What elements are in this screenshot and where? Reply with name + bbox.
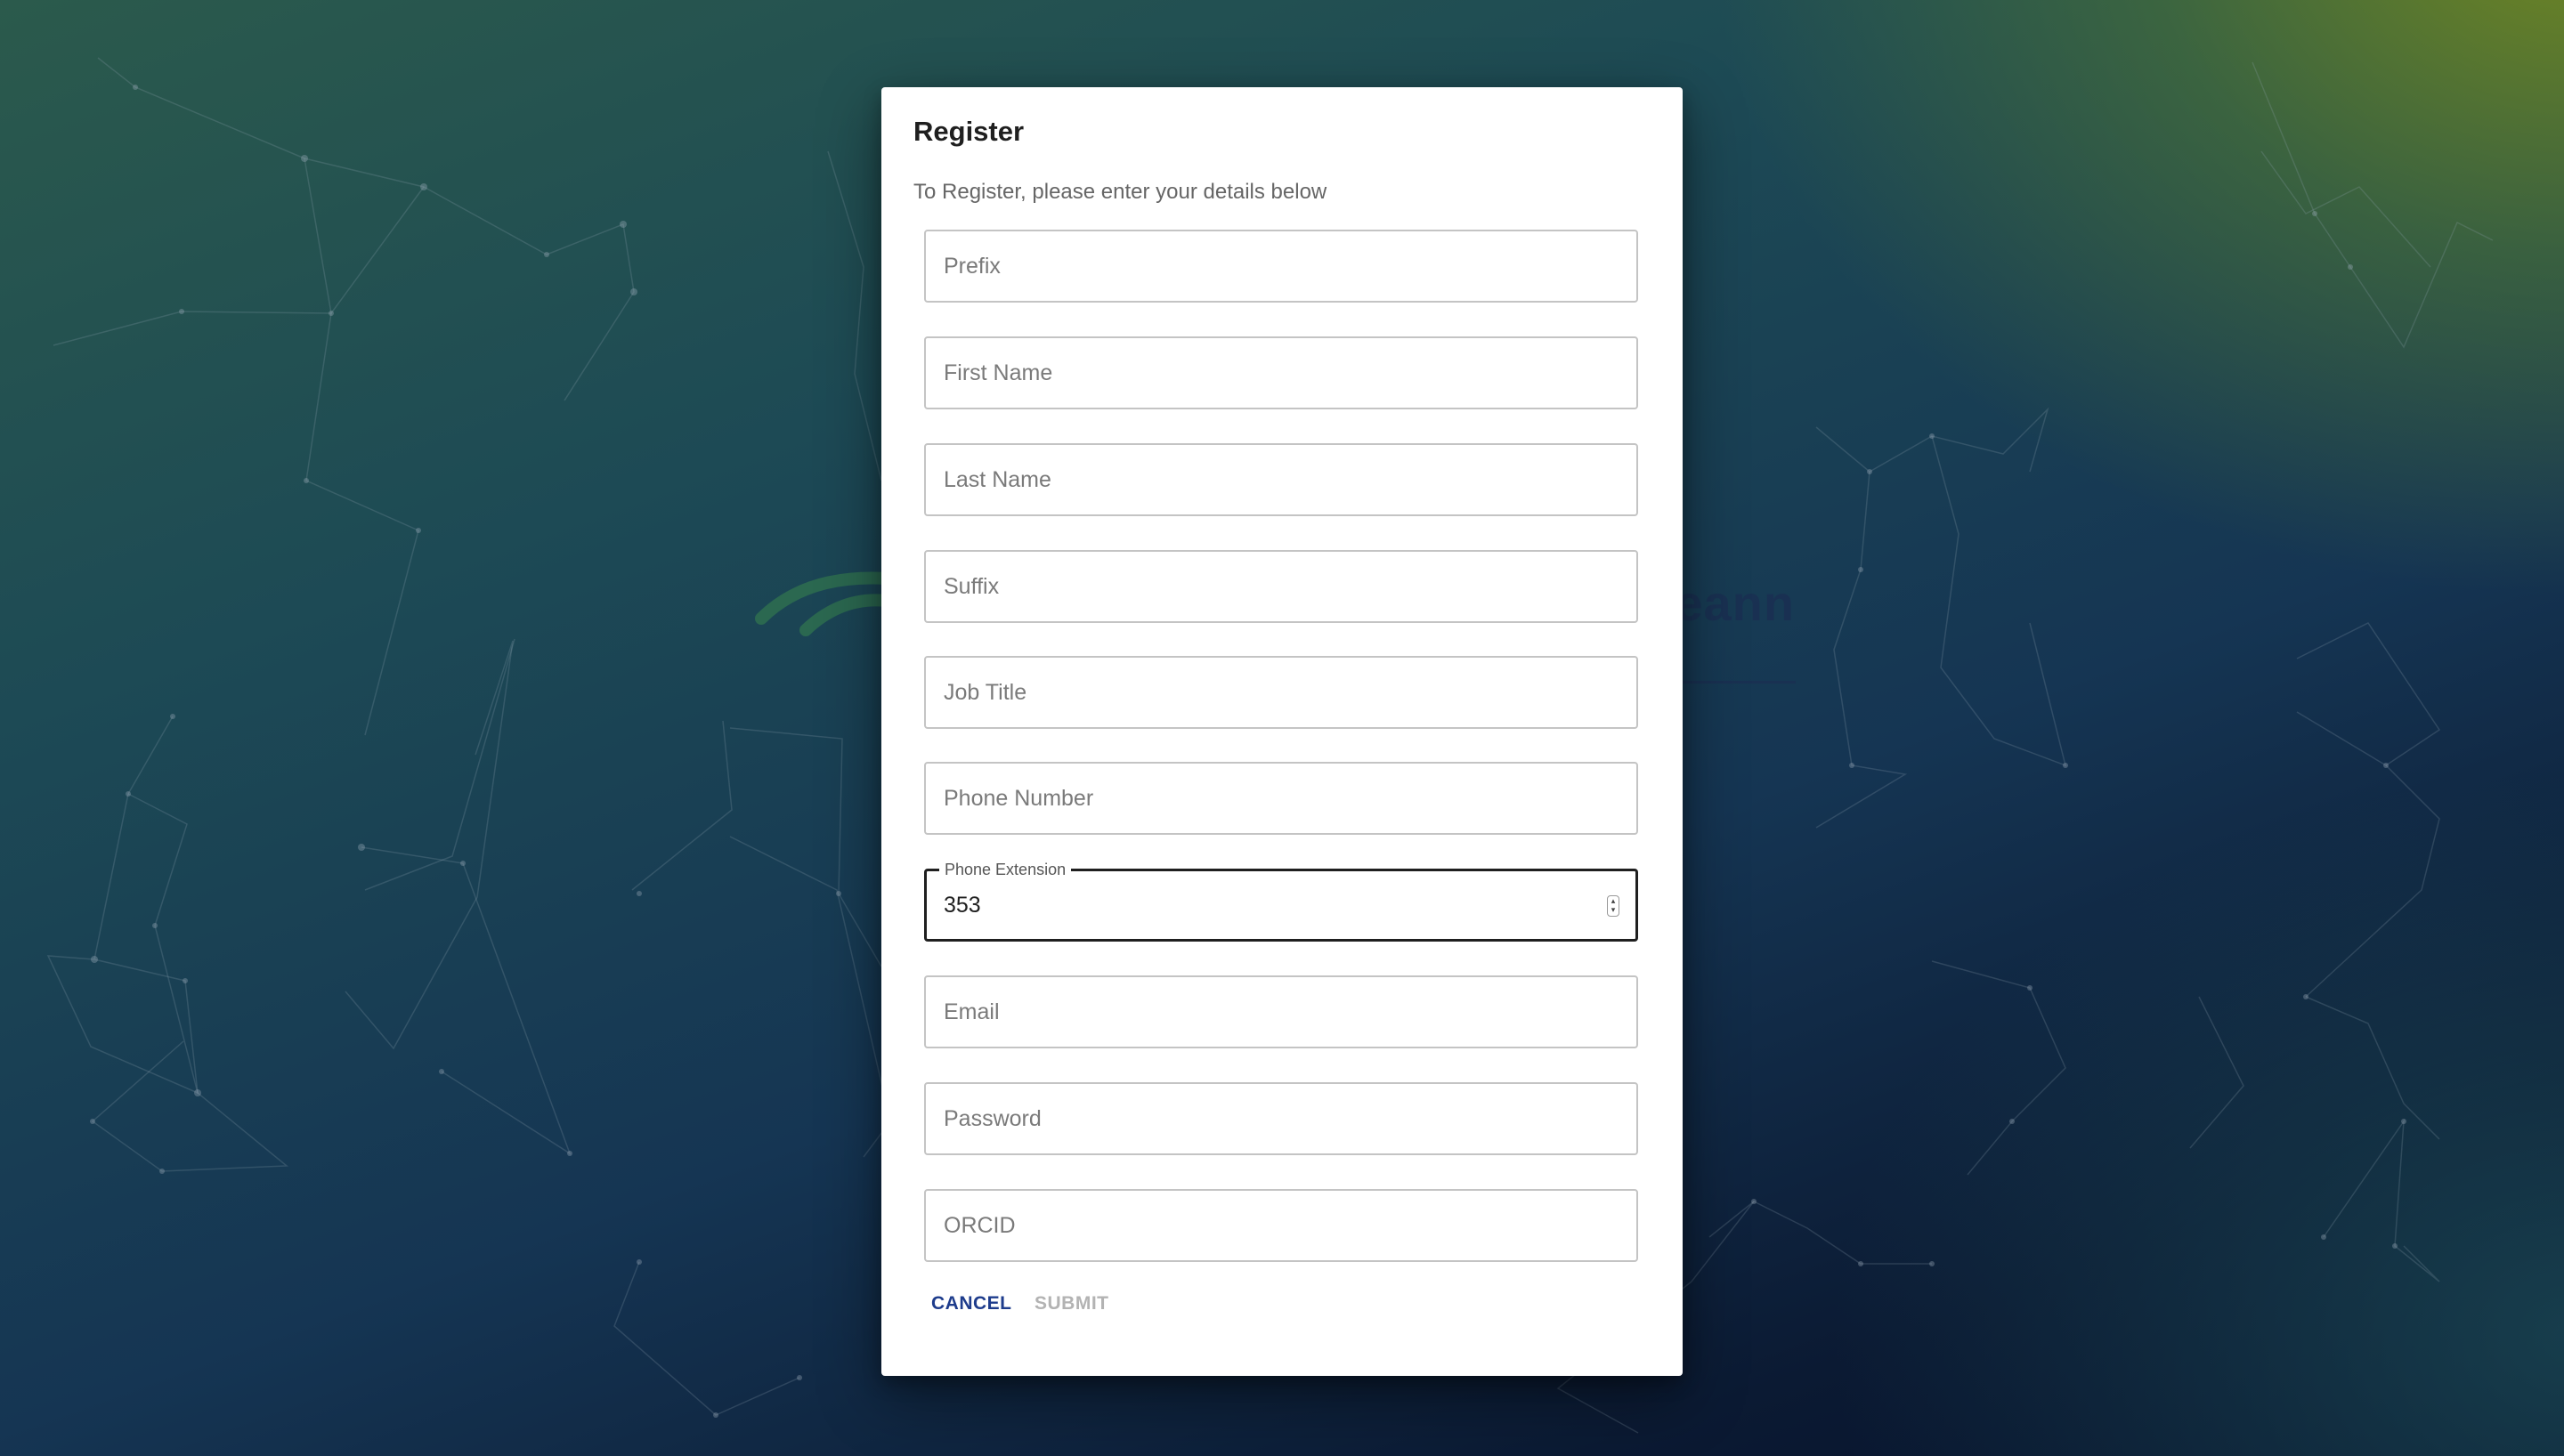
- cancel-button[interactable]: CANCEL: [931, 1293, 1012, 1314]
- suffix-field[interactable]: Suffix: [924, 550, 1638, 623]
- password-placeholder: Password: [944, 1106, 1042, 1131]
- submit-button[interactable]: SUBMIT: [1035, 1293, 1109, 1314]
- password-field[interactable]: Password: [924, 1082, 1638, 1155]
- job-title-field[interactable]: Job Title: [924, 656, 1638, 729]
- first-name-field[interactable]: First Name: [924, 336, 1638, 409]
- last-name-field[interactable]: Last Name: [924, 443, 1638, 516]
- prefix-field[interactable]: Prefix: [924, 230, 1638, 303]
- number-stepper-icon[interactable]: ▴ ▾: [1607, 895, 1619, 917]
- orcid-field[interactable]: ORCID: [924, 1189, 1638, 1262]
- job-title-placeholder: Job Title: [944, 680, 1027, 705]
- last-name-placeholder: Last Name: [944, 467, 1051, 492]
- phone-number-field[interactable]: Phone Number: [924, 762, 1638, 835]
- phone-number-placeholder: Phone Number: [944, 786, 1094, 811]
- email-placeholder: Email: [944, 999, 1000, 1024]
- email-field[interactable]: Email: [924, 975, 1638, 1048]
- orcid-placeholder: ORCID: [944, 1213, 1016, 1238]
- first-name-placeholder: First Name: [944, 360, 1053, 385]
- register-dialog: Register To Register, please enter your …: [881, 87, 1683, 1376]
- phone-extension-field[interactable]: Phone Extension 353 ▴ ▾: [924, 859, 1638, 942]
- prefix-placeholder: Prefix: [944, 254, 1001, 279]
- dialog-title: Register: [913, 116, 1025, 147]
- phone-extension-value: 353: [944, 893, 981, 918]
- dialog-subtitle: To Register, please enter your details b…: [913, 180, 1327, 204]
- suffix-placeholder: Suffix: [944, 574, 1000, 599]
